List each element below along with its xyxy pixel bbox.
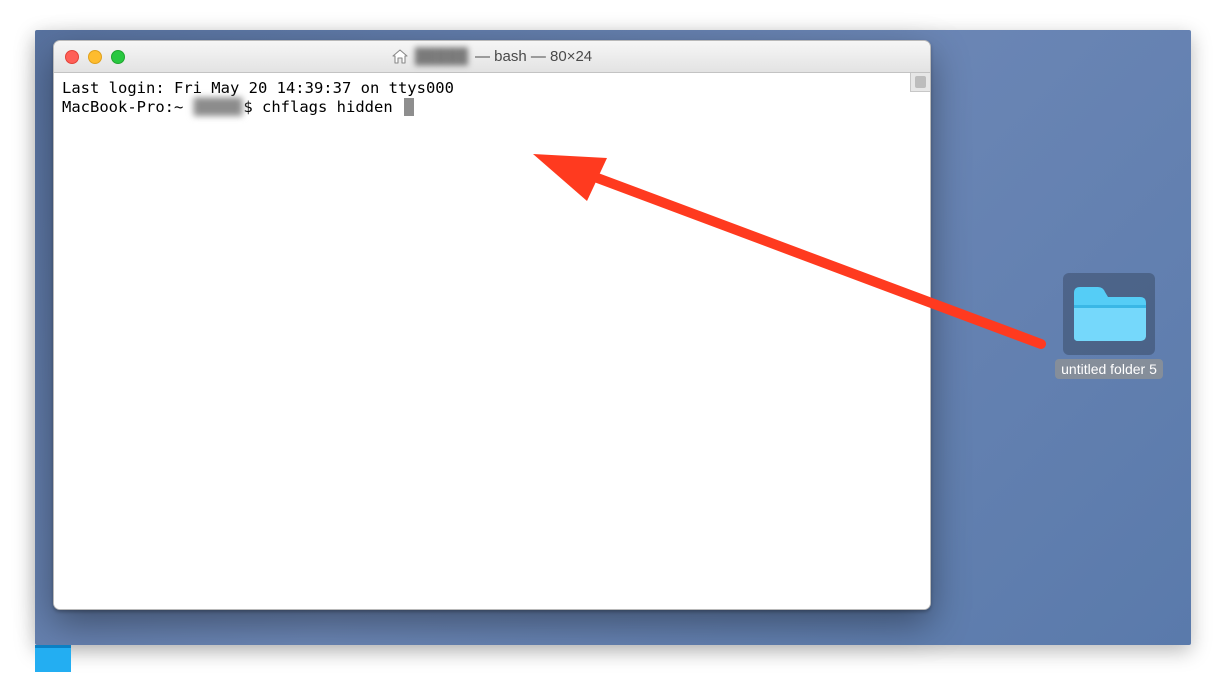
prompt-username-blurred: █████ [193, 98, 244, 116]
title-suffix: — bash — 80×24 [475, 48, 592, 65]
scrollbar-thumb[interactable] [910, 73, 930, 92]
mac-desktop[interactable]: █████ — bash — 80×24 Last login: Fri May… [35, 30, 1191, 645]
traffic-lights [54, 50, 125, 64]
terminal-line-last-login: Last login: Fri May 20 14:39:37 on ttys0… [62, 79, 454, 97]
terminal-command: chflags hidden [262, 98, 402, 116]
zoom-button[interactable] [111, 50, 125, 64]
window-titlebar[interactable]: █████ — bash — 80×24 [54, 41, 930, 73]
desktop-folder-item[interactable]: untitled folder 5 [1051, 273, 1167, 379]
home-icon [392, 49, 408, 64]
dock-edge [35, 645, 71, 672]
title-username-blurred: █████ [415, 48, 468, 65]
prompt-sigil: $ [243, 98, 262, 116]
close-button[interactable] [65, 50, 79, 64]
window-title: █████ — bash — 80×24 [54, 48, 930, 65]
folder-icon[interactable] [1063, 273, 1155, 355]
terminal-body[interactable]: Last login: Fri May 20 14:39:37 on ttys0… [54, 73, 930, 609]
terminal-cursor [404, 98, 414, 116]
folder-label: untitled folder 5 [1055, 359, 1163, 379]
minimize-button[interactable] [88, 50, 102, 64]
terminal-window[interactable]: █████ — bash — 80×24 Last login: Fri May… [53, 40, 931, 610]
prompt-host: MacBook-Pro:~ [62, 98, 193, 116]
